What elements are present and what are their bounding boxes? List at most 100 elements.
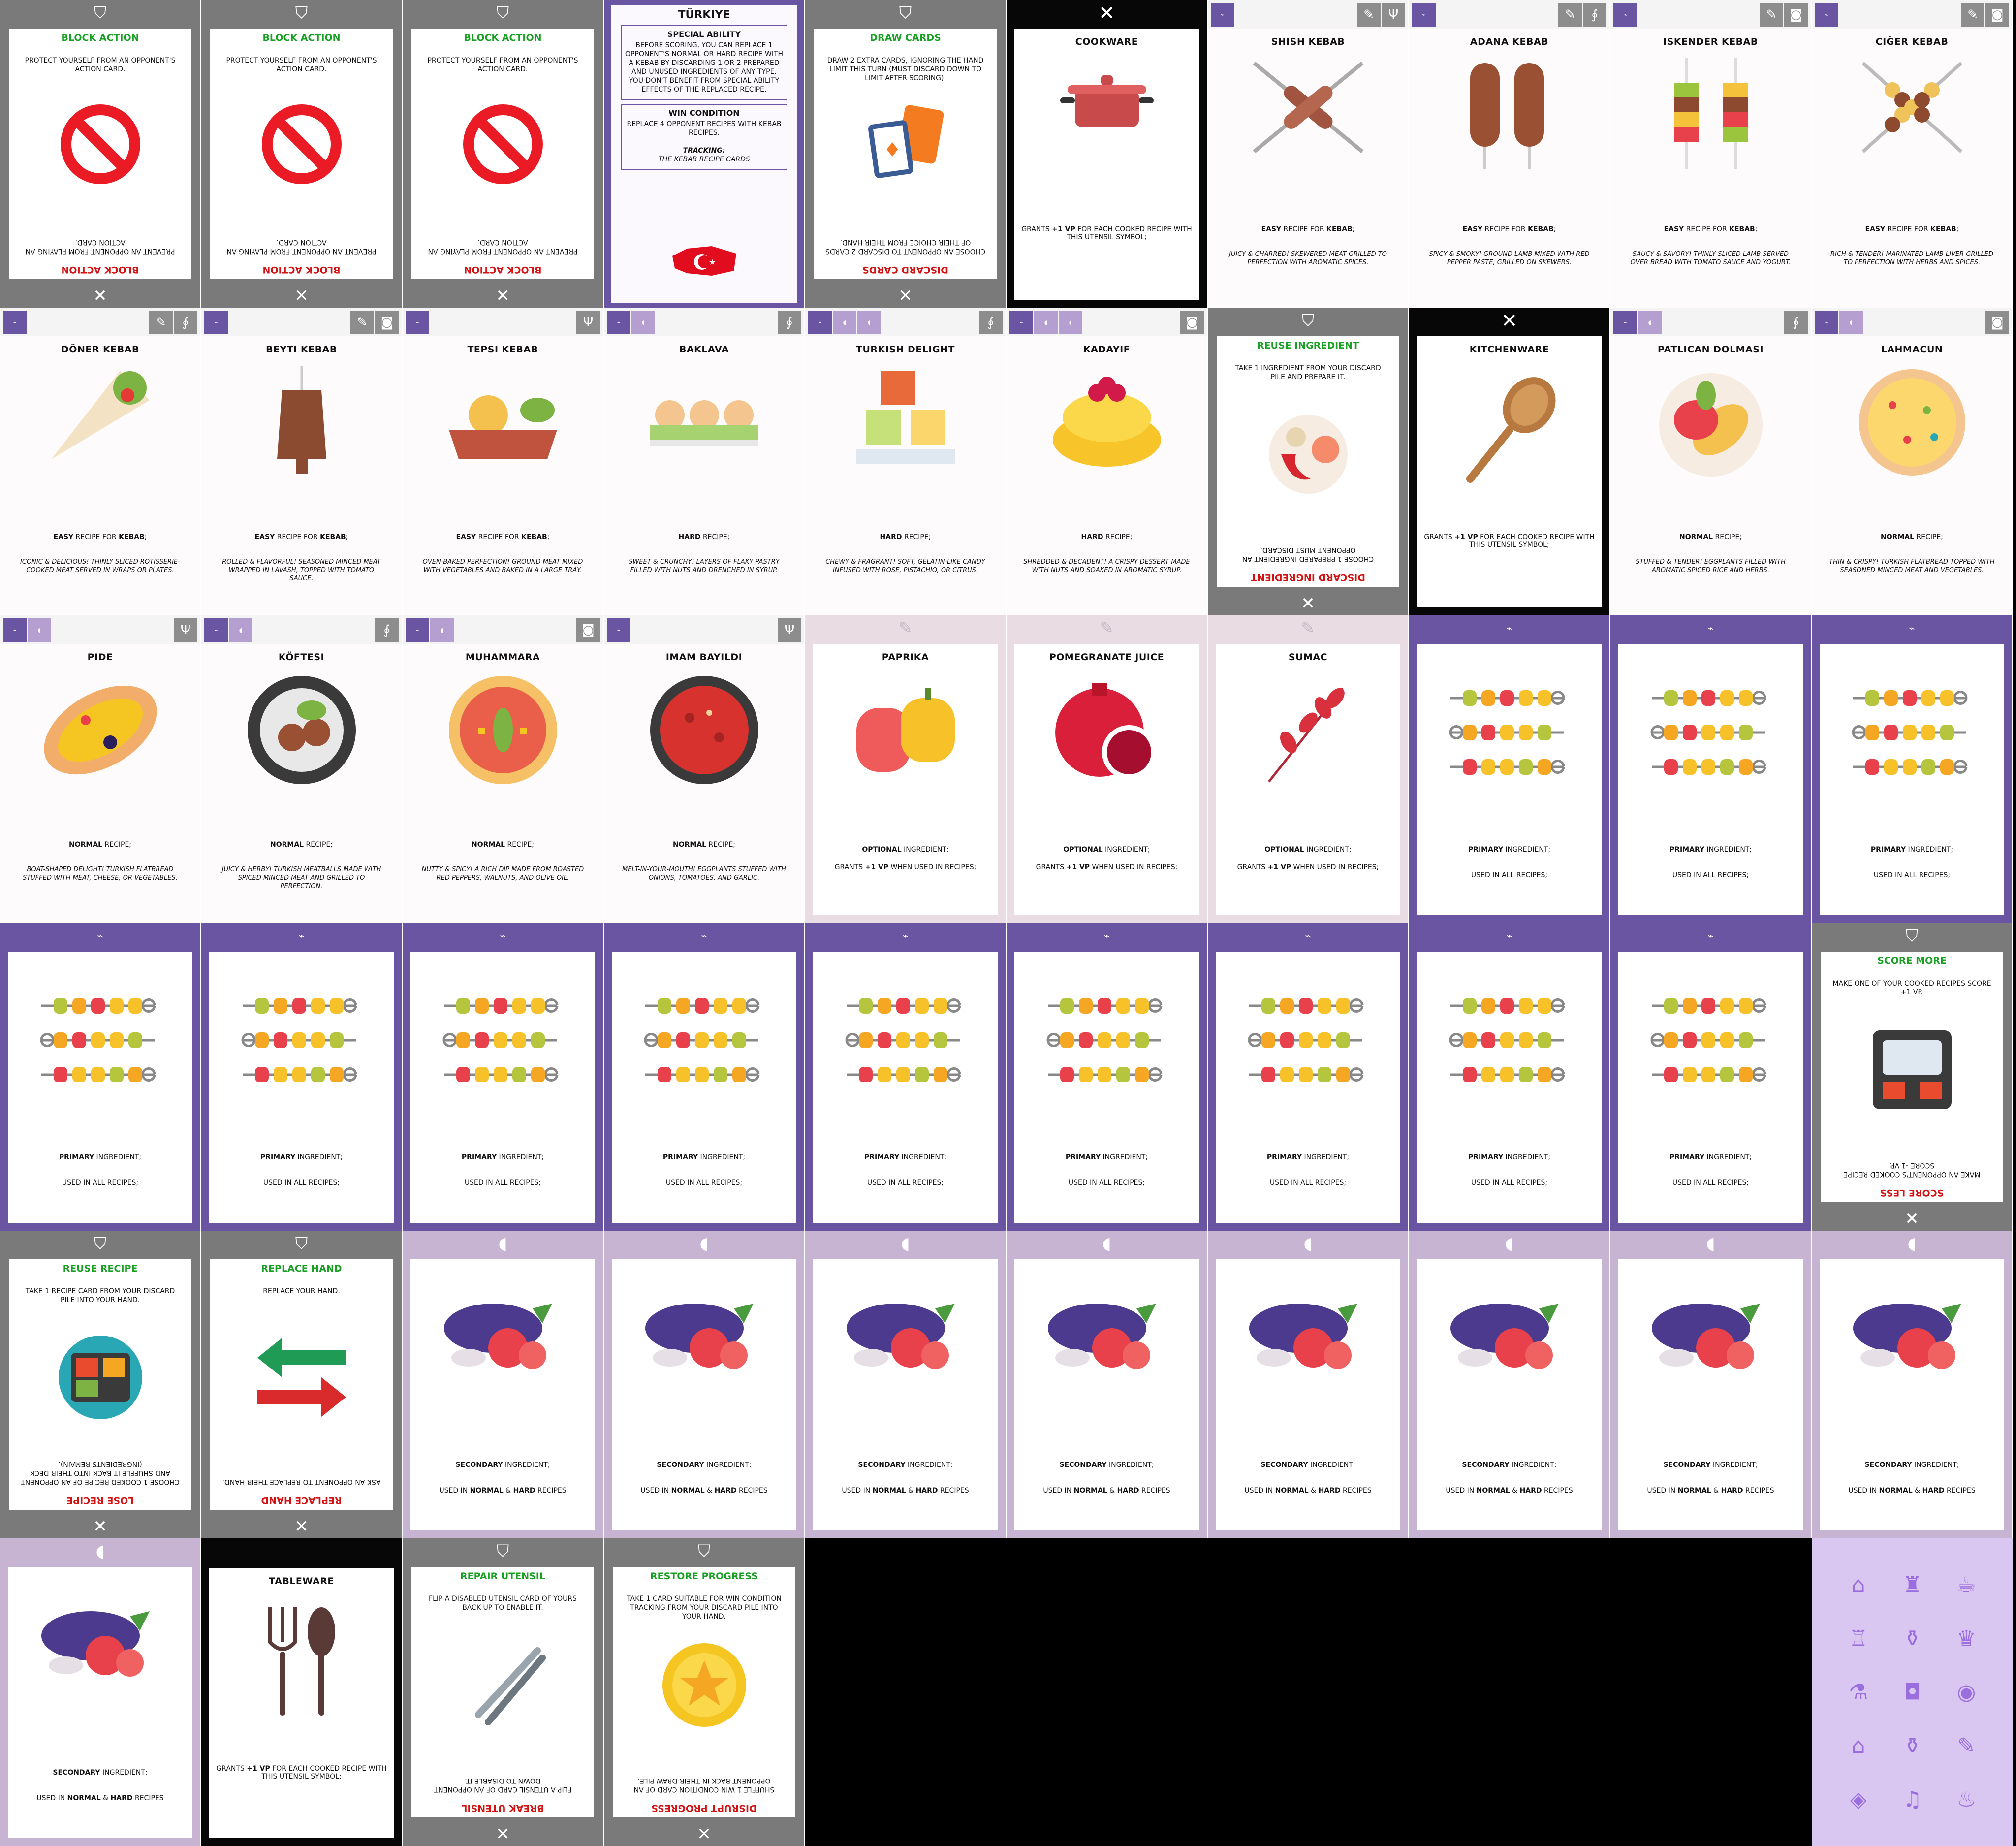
fork-spoon-icon: Ψ (1382, 3, 1405, 27)
replace-hand-action-card[interactable]: ⛉ REPLACE HAND REPLACE YOUR HAND. REPLAC… (201, 1231, 403, 1538)
block-action-card[interactable]: ⛉ BLOCK ACTION PROTECT YOURSELF FROM AN … (403, 0, 604, 308)
eggplant-icon: ◖ (95, 1541, 105, 1561)
fork-knife-icon: ✕ (294, 286, 309, 306)
recipe-card-patlican-dolmasi[interactable]: ⌁ ◖ ∮ PATLICAN DOLMASI NORMAL RECIPE; ST… (1610, 308, 1812, 615)
minaret-icon: ♖ (1849, 1626, 1868, 1651)
primary-ingredient-card[interactable]: ⌁ PRIMARY INGREDIENT; USED IN ALL RECIPE… (1208, 923, 1409, 1231)
kebab-tag-icon: ⌁ (500, 930, 506, 942)
pot-icon: ◙ (1985, 3, 2009, 27)
eggplant-icon: ◖ (1102, 1234, 1111, 1253)
recipe-card-lahmacun[interactable]: ⌁ ◖ ◙ LAHMACUN NORMAL RECIPE; THIN & CRI… (1812, 308, 2013, 615)
win-condition-card[interactable]: TÜRKIYE SPECIAL ABILITY BEFORE SCORING, … (604, 0, 805, 308)
turkey-landmarks-pattern: ⌂ ♜ ☕ ♖ ⚱ ♛ ⚗ ◘ ◉ ⌂ ⚱ ✎ ◈ ♫ ♨ (1831, 1558, 1993, 1826)
paprika-icon: ✎ (1301, 618, 1315, 638)
doner-wrap-icon (51, 371, 150, 459)
recipe-card-beyti[interactable]: ⌁ ✎ ◙ BEYTI KEBAB EASY RECIPE FOR KEBAB;… (201, 308, 403, 615)
primary-ingredient-card[interactable]: ⌁ PRIMARY INGREDIENT; USED IN ALL RECIPE… (1409, 615, 1610, 923)
recipe-card-turkish-delight[interactable]: ⌁ ◖ ◖ ∮ TURKISH DELIGHT HARD RECIPE; CHE… (805, 308, 1007, 615)
secondary-ingredient-card[interactable]: ◖ SECONDARY INGREDIENT; USED IN NORMAL &… (1812, 1231, 2013, 1538)
skewer-rows-icon (442, 998, 558, 1082)
recipe-card-ciger[interactable]: ⌁ ✎ ◙ CIĞER KEBAB EASY RECIPE FOR KEBAB;… (1812, 0, 2013, 308)
eggplant-icon: ◖ (1638, 311, 1662, 334)
reuse-recipe-action-card[interactable]: ⛉ REUSE RECIPE TAKE 1 RECIPE CARD FROM Y… (0, 1231, 201, 1538)
reuse-ingredient-action-card[interactable]: ⛉ REUSE INGREDIENT TAKE 1 INGREDIENT FRO… (1208, 308, 1409, 615)
recipe-card-kadayif[interactable]: ⌁ ◖ ◖ ◙ KADAYIF HARD RECIPE; SHREDDED & … (1007, 308, 1208, 615)
primary-ingredient-card[interactable]: ⌁ PRIMARY INGREDIENT; USED IN ALL RECIPE… (1610, 923, 1812, 1231)
eggplant-tomato-icon (1047, 1304, 1156, 1369)
primary-ingredient-card[interactable]: ⌁ PRIMARY INGREDIENT; USED IN ALL RECIPE… (604, 923, 805, 1231)
block-action-card[interactable]: ⛉ BLOCK ACTION PROTECT YOURSELF FROM AN … (0, 0, 201, 308)
primary-ingredient-card[interactable]: ⌁ PRIMARY INGREDIENT; USED IN ALL RECIPE… (0, 923, 201, 1231)
kebab-tag-icon: ⌁ (1815, 311, 1838, 334)
recipe-card-shish[interactable]: ⌁ ✎ Ψ SHISH KEBAB EASY RECIPE FOR KEBAB;… (1208, 0, 1409, 308)
repair-utensil-action-card[interactable]: ⛉ REPAIR UTENSIL FLIP A DISABLED UTENSIL… (403, 1538, 604, 1846)
skewer-rows-icon (1650, 690, 1766, 775)
kitchenware-utensil-card[interactable]: ✕ KITCHENWARE GRANTS +1 VP FOR EACH COOK… (1409, 308, 1610, 615)
restore-progress-action-card[interactable]: ⛉ RESTORE PROGRESS TAKE 1 CARD SUITABLE … (604, 1538, 805, 1846)
secondary-ingredient-card[interactable]: ◖ SECONDARY INGREDIENT; USED IN NORMAL &… (604, 1231, 805, 1538)
recipe-card-doner[interactable]: ⌁ ✎ ∮ DÖNER KEBAB EASY RECIPE FOR KEBAB;… (0, 308, 201, 615)
eggplant-tomato-icon (1651, 1304, 1760, 1369)
stuffed-eggplant-icon (1659, 373, 1763, 477)
primary-ingredient-card[interactable]: ⌁ PRIMARY INGREDIENT; USED IN ALL RECIPE… (1610, 615, 1812, 923)
optional-ingredient-card-sumac[interactable]: ✎ SUMAC OPTIONAL INGREDIENT; GRANTS +1 V… (1208, 615, 1409, 923)
score-more-action-card[interactable]: ⛉ SCORE MORE MAKE ONE OF YOUR COOKED REC… (1812, 923, 2013, 1231)
evil-eye-icon: ◉ (1956, 1680, 1976, 1705)
skewer-rows-icon (241, 998, 357, 1082)
secondary-ingredient-card[interactable]: ◖ SECONDARY INGREDIENT; USED IN NORMAL &… (1409, 1231, 1610, 1538)
primary-ingredient-card[interactable]: ⌁ PRIMARY INGREDIENT; USED IN ALL RECIPE… (1409, 923, 1610, 1231)
kebab-tag-icon: ⌁ (1613, 311, 1637, 334)
baklava-icon (650, 400, 758, 446)
carpet-icon: ◈ (1850, 1787, 1867, 1812)
kebab-tag-icon: ⌁ (1305, 930, 1311, 942)
secondary-ingredient-card[interactable]: ◖ SECONDARY INGREDIENT; USED IN NORMAL &… (403, 1231, 604, 1538)
kebab-tag-icon: ⌁ (1815, 3, 1838, 27)
draw-cards-action-card[interactable]: ⛉ DRAW CARDS DRAW 2 EXTRA CARDS, IGNORIN… (805, 0, 1007, 308)
lahmacun-pizza-icon (1858, 369, 1965, 476)
recipe-card-imam-bayildi[interactable]: ⌁ Ψ IMAM BAYILDI NORMAL RECIPE; MELT-IN-… (604, 615, 805, 923)
playing-cards-icon: ♦ (868, 105, 944, 178)
wooden-spoon-icon (1466, 377, 1555, 483)
optional-ingredient-card-paprika[interactable]: ✎ PAPRIKA OPTIONAL INGREDIENT; GRANTS +1… (805, 615, 1007, 923)
recipe-card-adana[interactable]: ⌁ ✎ ∮ ADANA KEBAB EASY RECIPE FOR KEBAB;… (1409, 0, 1610, 308)
paprika-icon: ✎ (149, 311, 173, 334)
ciger-kebab-icon (1861, 62, 1962, 153)
recipe-card-iskender[interactable]: ⌁ ✎ ◙ ISKENDER KEBAB EASY RECIPE FOR KEB… (1610, 0, 1812, 308)
optional-ingredient-card-pomegranate-juice[interactable]: ✎ POMEGRANATE JUICE OPTIONAL INGREDIENT;… (1007, 615, 1208, 923)
shield-icon: ⛉ (295, 1234, 308, 1253)
primary-ingredient-card[interactable]: ⌁ PRIMARY INGREDIENT; USED IN ALL RECIPE… (805, 923, 1007, 1231)
secondary-ingredient-card[interactable]: ◖ SECONDARY INGREDIENT; USED IN NORMAL &… (1610, 1231, 1812, 1538)
recipe-card-koftesi[interactable]: ⌁ ◖ ∮ KÖFTESI NORMAL RECIPE; JUICY & HER… (201, 615, 403, 923)
cookware-utensil-card[interactable]: ✕ COOKWARE GRANTS +1 VP FOR EACH COOKED … (1007, 0, 1208, 308)
meatballs-pan-icon (247, 676, 356, 784)
shield-icon: ⛉ (94, 3, 107, 23)
kebab-tag-icon: ⌁ (902, 930, 909, 942)
skewer-rows-icon (1449, 998, 1565, 1082)
eggplant-icon: ◖ (631, 311, 655, 334)
tableware-utensil-card[interactable]: TABLEWARE GRANTS +1 VP FOR EACH COOKED R… (201, 1538, 403, 1846)
primary-ingredient-card[interactable]: ⌁ PRIMARY INGREDIENT; USED IN ALL RECIPE… (1812, 615, 2013, 923)
eggplant-icon: ◖ (1907, 1234, 1917, 1253)
fork-knife-icon: ✕ (1098, 2, 1115, 25)
block-action-card[interactable]: ⛉ BLOCK ACTION PROTECT YOURSELF FROM AN … (201, 0, 403, 308)
primary-ingredient-card[interactable]: ⌁ PRIMARY INGREDIENT; USED IN ALL RECIPE… (403, 923, 604, 1231)
secondary-ingredient-card[interactable]: ◖ SECONDARY INGREDIENT; USED IN NORMAL &… (0, 1538, 201, 1846)
turkish-delight-icon (856, 371, 955, 464)
recipe-card-baklava[interactable]: ⌁ ◖ ∮ BAKLAVA HARD RECIPE; SWEET & CRUNC… (604, 308, 805, 615)
recipe-card-muhammara[interactable]: ⌁ ◖ ◙ MUHAMMARA NORMAL RECIPE; NUTTY & S… (403, 615, 604, 923)
secondary-ingredient-card[interactable]: ◖ SECONDARY INGREDIENT; USED IN NORMAL &… (1007, 1231, 1208, 1538)
secondary-ingredient-card[interactable]: ◖ SECONDARY INGREDIENT; USED IN NORMAL &… (1208, 1231, 1409, 1538)
recipe-card-tepsi[interactable]: ⌁ Ψ TEPSI KEBAB EASY RECIPE FOR KEBAB; O… (403, 308, 604, 615)
eggplant-tomato-icon (41, 1611, 150, 1677)
fork-knife-icon: ✕ (697, 1824, 711, 1844)
skewer-rows-icon (40, 998, 156, 1082)
shield-icon: ⛉ (496, 3, 509, 23)
card-back: ⌂ ♜ ☕ ♖ ⚱ ♛ ⚗ ◘ ◉ ⌂ ⚱ ✎ ◈ ♫ ♨ (1812, 1538, 2013, 1846)
spoon-icon: ∮ (174, 311, 197, 334)
recipe-card-pide[interactable]: ⌁ ◖ Ψ PIDE NORMAL RECIPE; BOAT-SHAPED DE… (0, 615, 201, 923)
secondary-ingredient-card[interactable]: ◖ SECONDARY INGREDIENT; USED IN NORMAL &… (805, 1231, 1007, 1538)
fork-spoon-icon: Ψ (174, 618, 197, 642)
scale-display-icon (1872, 1030, 1952, 1109)
primary-ingredient-card[interactable]: ⌁ PRIMARY INGREDIENT; USED IN ALL RECIPE… (201, 923, 403, 1231)
primary-ingredient-card[interactable]: ⌁ PRIMARY INGREDIENT; USED IN ALL RECIPE… (1007, 923, 1208, 1231)
